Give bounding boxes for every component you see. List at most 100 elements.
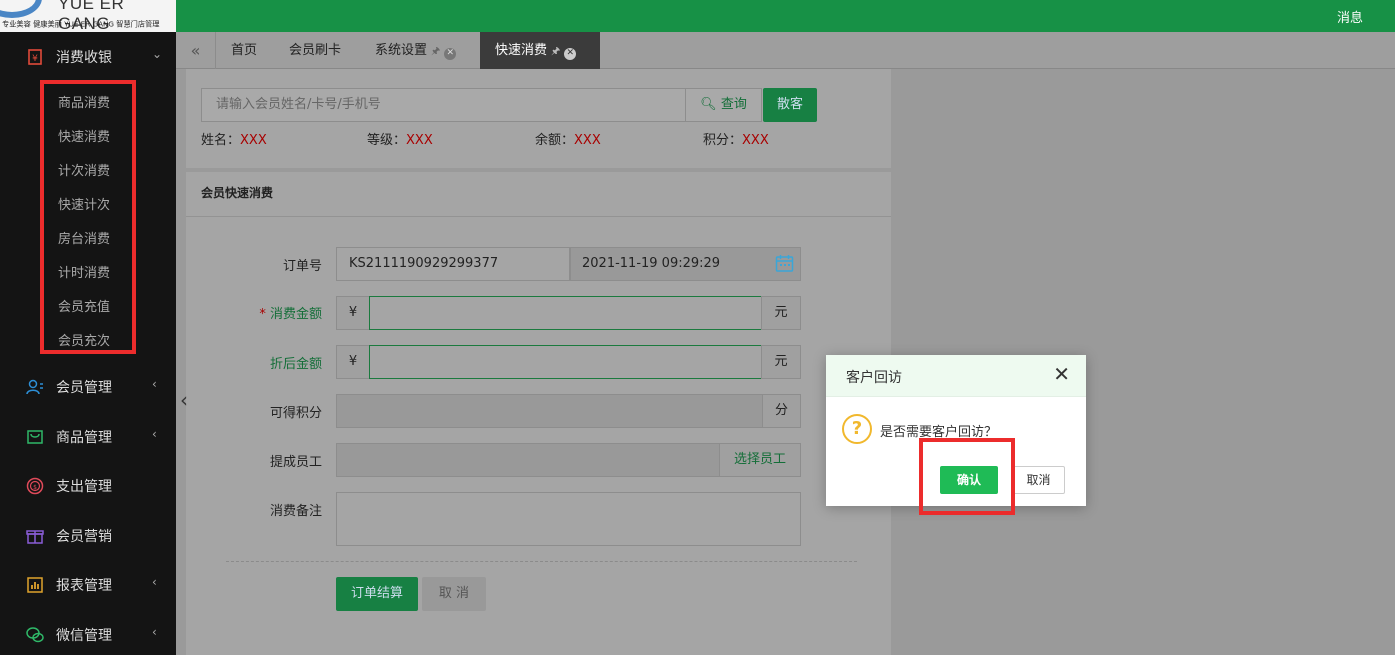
sidebar-item-members[interactable]: 会员管理 ‹ [0,362,176,412]
tab-quick-consume[interactable]: 快速消费 🖈 ✕ [480,32,600,69]
logo: YUE ER GANG 专业美容 健康美丽 YUE ER GANG 智慧门店管理 [0,0,176,32]
level-value: XXX [406,133,433,148]
submenu-item-timed-consume[interactable]: 计时消费 [58,262,110,281]
order-settle-button[interactable]: 订单结算 [336,577,418,611]
submenu-item-goods-consume[interactable]: 商品消费 [58,92,110,111]
sidebar-item-label: 报表管理 [56,578,112,594]
top-bar: YUE ER GANG 专业美容 健康美丽 YUE ER GANG 智慧门店管理… [0,0,1395,32]
member-search-input[interactable]: 请输入会员姓名/卡号/手机号 [201,88,686,122]
close-icon[interactable]: ✕ [1053,364,1070,384]
required-star: * [259,307,266,322]
walkin-button[interactable]: 散客 [763,88,817,122]
double-chevron-left-icon[interactable]: « [176,32,216,69]
sidebar-item-reports[interactable]: 报表管理 ‹ [0,560,176,610]
sidebar-item-label: 支出管理 [56,479,112,495]
sidebar-item-label: 消费收银 [56,50,112,66]
chevron-left-icon: ‹ [152,625,157,639]
logo-swoosh [0,0,42,18]
currency-addon: ¥ [336,345,370,379]
remark-textarea[interactable] [336,492,801,546]
expense-icon: $ [26,477,44,495]
form-cancel-button[interactable]: 取 消 [422,577,486,611]
cashier-icon: ¥ [28,49,42,65]
sidebar-item-label: 微信管理 [56,628,112,644]
chevron-left-icon: ‹ [152,377,157,391]
close-icon[interactable]: ✕ [564,48,577,60]
confirm-highlight [919,438,1015,515]
gift-icon [26,530,44,544]
goods-icon [27,430,43,444]
member-points-info: 积分：XXX [703,129,769,148]
sidebar-item-wechat[interactable]: 微信管理 ‹ [0,610,176,655]
submenu-item-member-count-recharge[interactable]: 会员充次 [58,330,110,349]
tab-bar: « 首页 会员刷卡 系统设置 🖈 ✕ 快速消费 🖈 ✕ [176,32,1395,69]
question-icon: ? [842,414,872,444]
staff-input[interactable] [336,443,720,477]
submenu-item-member-recharge[interactable]: 会员充值 [58,296,110,315]
dialog-cancel-button[interactable]: 取消 [1012,466,1065,494]
discount-input[interactable] [369,345,762,379]
submenu-item-quick-count[interactable]: 快速计次 [58,194,110,213]
tab-label: 首页 [231,43,258,58]
svg-text:$: $ [33,484,37,491]
messages-link[interactable]: 消息 [1337,7,1363,26]
sidebar-item-label: 会员管理 [56,380,112,396]
amount-input[interactable] [369,296,762,330]
submenu-highlight: 商品消费 快速消费 计次消费 快速计次 房台消费 计时消费 会员充值 会员充次 [40,80,136,354]
sidebar-item-label: 商品管理 [56,430,112,446]
sidebar-item-marketing[interactable]: 会员营销 [0,511,176,561]
sidebar-item-expense[interactable]: $ 支出管理 [0,461,176,511]
unit-yuan-addon: 元 [761,296,801,330]
points-input [336,394,763,428]
order-datetime-value: 2021-11-19 09:29:29 [582,256,721,271]
search-icon: 🔍︎ [700,97,717,112]
chevron-down-icon: ⌄ [152,47,163,61]
discount-label: 折后金额 [269,357,322,372]
sidebar-item-cashier[interactable]: ¥ 消费收银 ⌄ [0,32,176,82]
currency-addon: ¥ [336,296,370,330]
order-no-label: 订单号 [282,259,322,274]
chevron-left-icon: ‹ [152,575,157,589]
chevron-left-icon: ‹ [152,427,157,441]
unit-yuan-addon: 元 [761,345,801,379]
sidebar-item-goods[interactable]: 商品管理 ‹ [0,412,176,462]
name-label: 姓名： [201,133,241,148]
report-icon [27,577,43,593]
form-divider [226,561,857,562]
tab-label: 快速消费 [495,43,548,58]
submenu-item-quick-consume[interactable]: 快速消费 [58,126,110,145]
remark-label: 消费备注 [269,504,322,519]
member-level-info: 等级：XXX [367,129,433,148]
select-staff-button[interactable]: 选择员工 [719,443,801,477]
member-name-info: 姓名：XXX [201,129,267,148]
query-label: 查询 [720,97,747,112]
tab-label: 会员刷卡 [289,43,342,58]
balance-label: 余额： [535,133,575,148]
close-icon[interactable]: ✕ [444,48,457,60]
calendar-icon[interactable] [775,254,794,273]
amount-label-text: 消费金额 [269,307,322,322]
amount-label: * 消费金额 [212,303,322,322]
sidebar-item-label: 会员营销 [56,529,112,545]
tab-member-card[interactable]: 会员刷卡 [289,32,341,69]
section-divider [186,216,891,217]
dialog-title: 客户回访 [846,370,902,386]
member-balance-info: 余额：XXX [535,129,601,148]
pin-icon[interactable]: 🖈 [551,46,560,57]
tab-home[interactable]: 首页 [231,32,257,69]
points-value: XXX [742,133,769,148]
svg-text:¥: ¥ [32,54,38,64]
dialog-header: 客户回访 ✕ [826,355,1086,397]
chevron-left-icon[interactable]: ‹ [180,388,188,412]
section-title: 会员快速消费 [201,186,274,200]
submenu-item-count-consume[interactable]: 计次消费 [58,160,110,179]
points-label: 可得积分 [269,406,322,421]
logo-subtitle: 专业美容 健康美丽 YUE ER GANG 智慧门店管理 [2,20,160,29]
submenu-item-room-consume[interactable]: 房台消费 [58,228,110,247]
query-button[interactable]: 🔍︎ 查询 [685,88,762,122]
order-no-value: KS2111190929299377 [349,256,499,271]
balance-value: XXX [574,133,601,148]
pin-icon[interactable]: 🖈 [431,46,440,57]
tab-system-settings[interactable]: 系统设置 🖈 ✕ [375,32,457,69]
members-icon [26,379,43,395]
